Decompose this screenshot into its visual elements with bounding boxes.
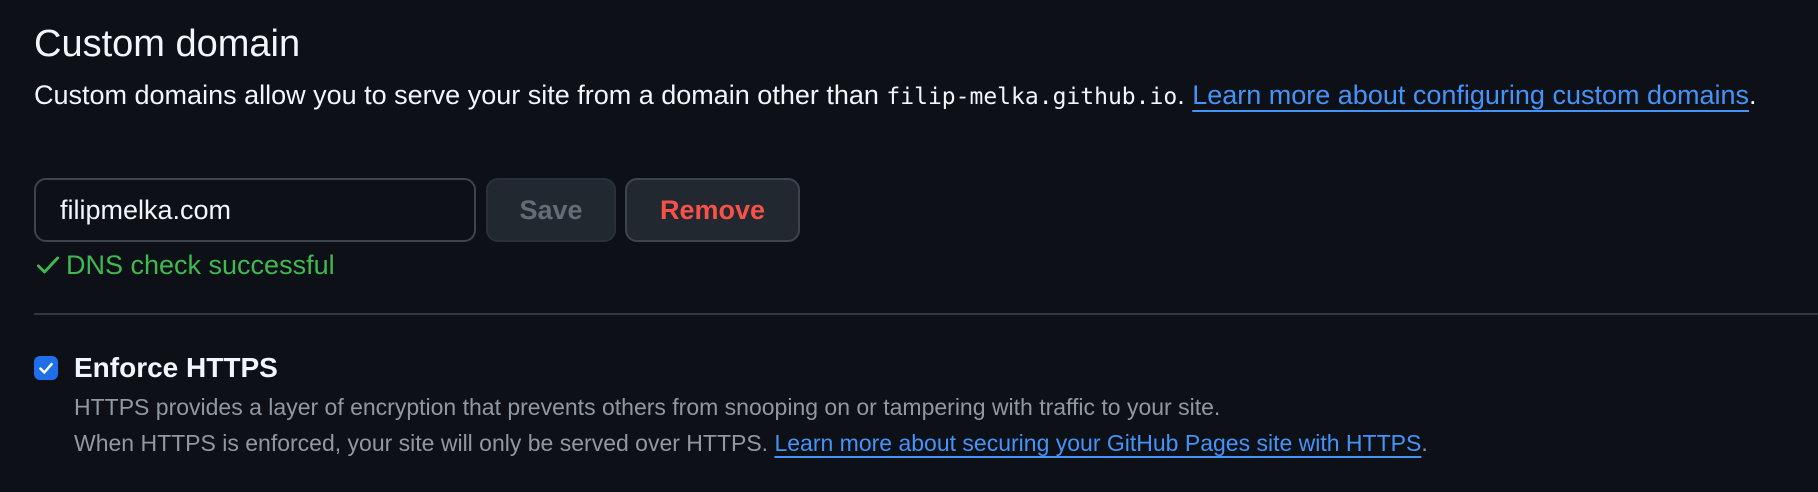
enforce-https-label[interactable]: Enforce HTTPS — [74, 348, 278, 388]
enforce-https-checkbox[interactable] — [34, 356, 58, 380]
save-button[interactable]: Save — [486, 178, 616, 242]
checkmark-icon — [39, 362, 53, 374]
section-divider — [34, 313, 1818, 315]
default-domain: filip-melka.github.io — [886, 84, 1178, 110]
https-line2-suffix: . — [1421, 430, 1428, 456]
description-prefix: Custom domains allow you to serve your s… — [34, 80, 887, 110]
remove-button[interactable]: Remove — [625, 178, 800, 242]
https-line2-prefix: When HTTPS is enforced, your site will o… — [74, 430, 775, 456]
dns-status: DNS check successful — [34, 245, 335, 285]
https-description-line2: When HTTPS is enforced, your site will o… — [74, 425, 1794, 461]
description-suffix: . — [1749, 80, 1757, 110]
learn-more-custom-domains-link[interactable]: Learn more about configuring custom doma… — [1192, 80, 1749, 110]
description-mid: . — [1177, 80, 1193, 110]
custom-domain-description: Custom domains allow you to serve your s… — [34, 74, 1794, 118]
check-icon — [36, 256, 60, 274]
custom-domain-input[interactable] — [34, 178, 476, 242]
https-description-line1: HTTPS provides a layer of encryption tha… — [74, 394, 1221, 420]
learn-more-https-link[interactable]: Learn more about securing your GitHub Pa… — [774, 430, 1421, 456]
dns-status-text: DNS check successful — [66, 249, 335, 280]
enforce-https-description: HTTPS provides a layer of encryption tha… — [74, 389, 1794, 461]
custom-domain-title: Custom domain — [34, 23, 301, 65]
